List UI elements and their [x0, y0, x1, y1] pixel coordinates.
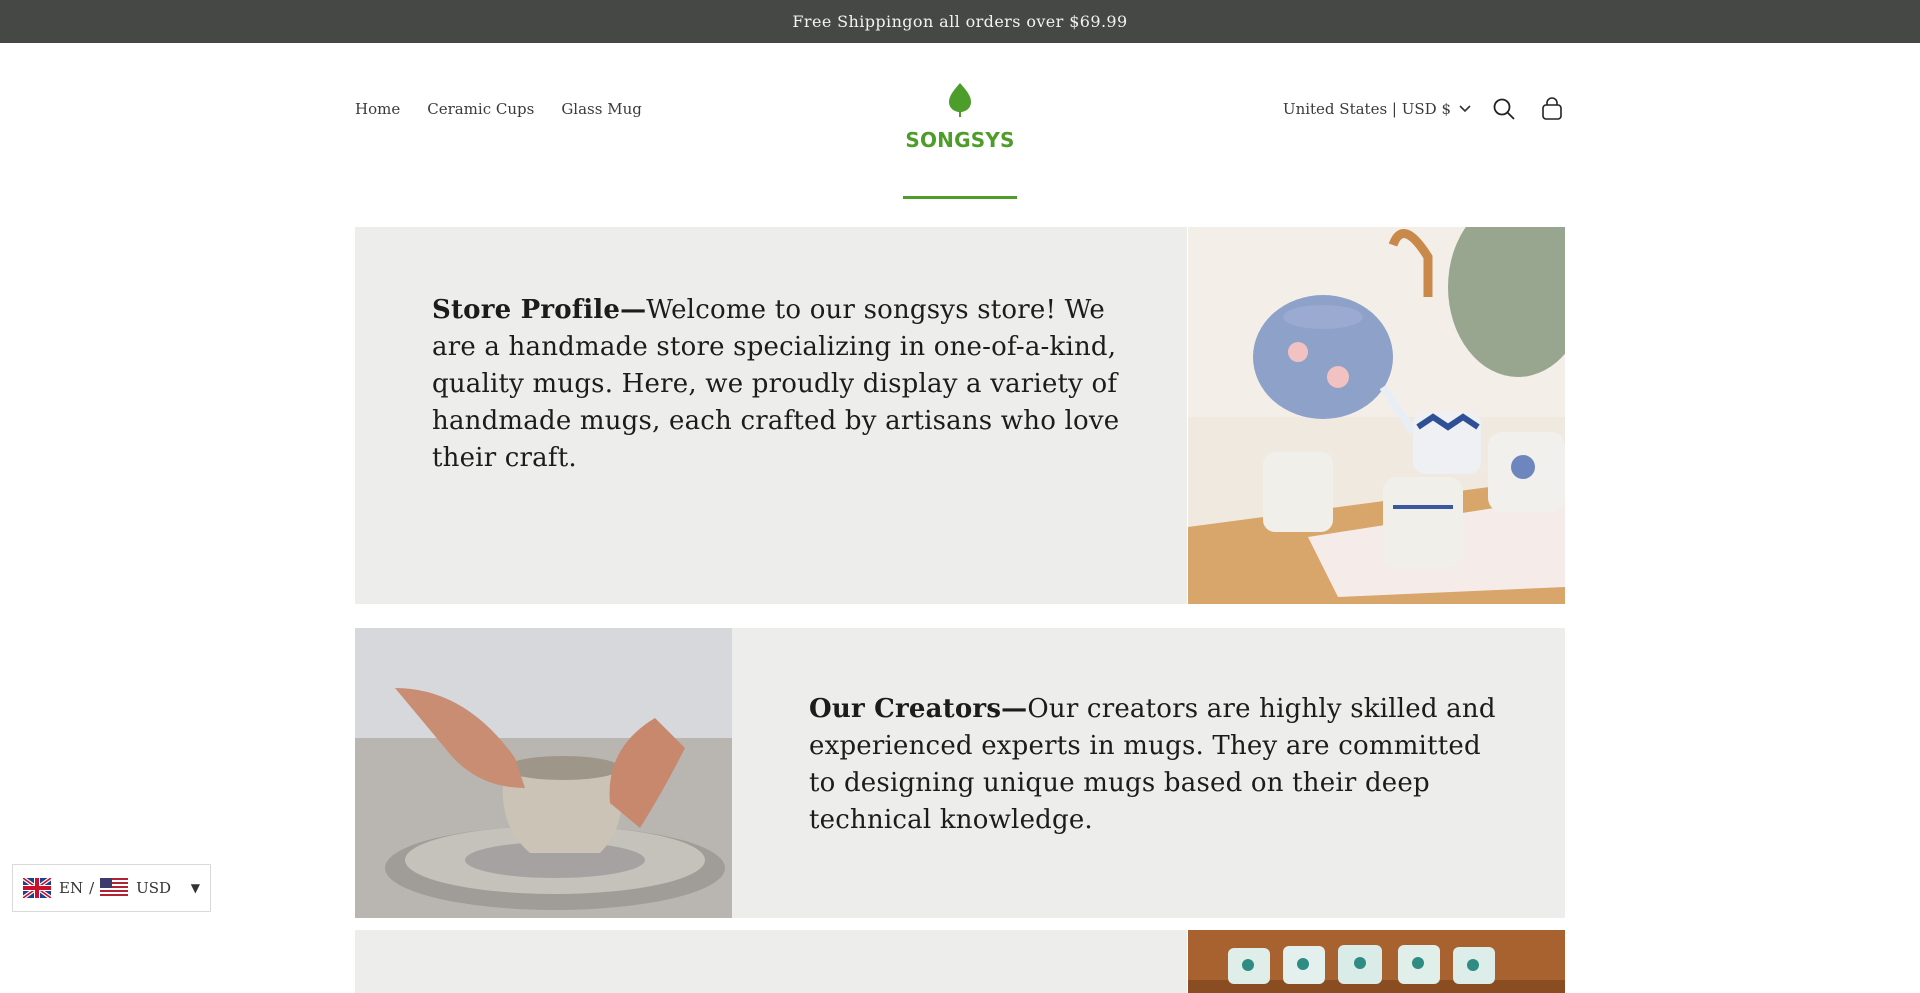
logo-underline — [903, 196, 1017, 199]
our-creators-section: Our Creators—Our creators are highly ski… — [355, 628, 1565, 918]
site-header: Home Ceramic Cups Glass Mug SONGSYS Unit… — [0, 43, 1920, 199]
language-currency-switcher[interactable]: EN / USD ▼ — [12, 864, 211, 912]
nav-link-home[interactable]: Home — [355, 100, 400, 118]
us-flag-icon — [100, 878, 129, 898]
main-nav: Home Ceramic Cups Glass Mug — [355, 100, 642, 118]
caret-down-icon: ▼ — [190, 881, 200, 895]
store-profile-section: Store Profile—Welcome to our songsys sto… — [355, 227, 1565, 604]
header-actions: United States | USD $ — [1283, 96, 1565, 122]
logo-text: SONGSYS — [905, 128, 1015, 152]
site-logo[interactable]: SONGSYS — [903, 83, 1017, 200]
potter-at-wheel-photo — [355, 628, 732, 918]
teapot-pouring-tea-photo — [1188, 227, 1565, 604]
announcement-bar: Free Shippingon all orders over $69.99 — [0, 0, 1920, 43]
announcement-text: Free Shippingon all orders over $69.99 — [792, 12, 1128, 31]
mugs-on-shelf-photo — [1188, 930, 1565, 993]
cart-icon — [1542, 97, 1562, 120]
cart-button[interactable] — [1539, 96, 1565, 122]
switcher-separator: / — [89, 879, 95, 897]
our-creators-heading: Our Creators— — [809, 694, 1028, 724]
our-creators-text-panel: Our Creators—Our creators are highly ski… — [732, 628, 1565, 918]
country-selector-label: United States | USD $ — [1282, 100, 1451, 118]
currency-label: USD — [136, 879, 172, 897]
leaf-icon — [949, 83, 971, 117]
store-profile-heading: Store Profile— — [432, 295, 647, 325]
language-label: EN — [59, 879, 84, 897]
our-creators-copy: Our Creators—Our creators are highly ski… — [809, 691, 1509, 839]
mugs-text-panel — [355, 930, 1187, 993]
search-icon — [1493, 98, 1515, 120]
chevron-down-icon — [1459, 105, 1471, 113]
search-button[interactable] — [1491, 96, 1517, 122]
nav-link-glass-mug[interactable]: Glass Mug — [561, 100, 642, 118]
uk-flag-icon — [23, 878, 51, 898]
mugs-section — [355, 930, 1565, 993]
nav-link-ceramic-cups[interactable]: Ceramic Cups — [427, 100, 534, 118]
store-profile-copy: Store Profile—Welcome to our songsys sto… — [432, 292, 1132, 477]
country-selector[interactable]: United States | USD $ — [1283, 100, 1471, 118]
store-profile-text-panel: Store Profile—Welcome to our songsys sto… — [355, 227, 1187, 604]
